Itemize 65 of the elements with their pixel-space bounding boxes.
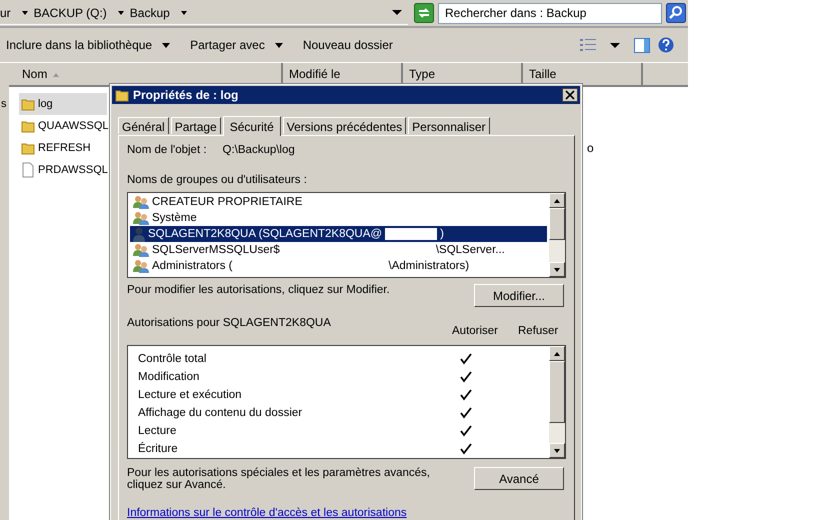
folder-icon bbox=[21, 119, 35, 133]
toolbar-button[interactable]: Nouveau dossier bbox=[296, 38, 399, 52]
file-item[interactable]: REFRESH bbox=[19, 137, 107, 159]
tab[interactable]: Partage bbox=[170, 117, 221, 134]
permissions-label: Autorisations pour SQLAGENT2K8QUA bbox=[127, 317, 332, 329]
users-icon bbox=[133, 243, 149, 257]
scrollbar[interactable] bbox=[549, 193, 565, 277]
users-icon bbox=[133, 211, 149, 225]
preview-pane-icon[interactable] bbox=[634, 38, 650, 52]
tab[interactable]: Général bbox=[118, 117, 169, 134]
field-label: Nom de l'objet : bbox=[127, 144, 207, 158]
column-header: Autoriser bbox=[452, 325, 500, 337]
tab[interactable]: Sécurité bbox=[222, 116, 281, 136]
permission-name: Lecture et exécution bbox=[138, 389, 243, 401]
breadcrumb-item[interactable]: BACKUP (Q:) bbox=[34, 6, 107, 20]
object-path: Q:\Backup\log bbox=[222, 144, 295, 158]
hint-text: Pour les autorisations spéciales et les paramètres avancés, cliquez sur Avancé. bbox=[127, 467, 431, 491]
list-item[interactable]: SQLAGENT2K8QUA (SQLAGENT2K8QUA@ ) bbox=[130, 226, 547, 242]
users-icon bbox=[133, 195, 149, 209]
users-icon bbox=[133, 259, 149, 273]
permission-name: Écriture bbox=[138, 443, 179, 455]
breadcrumb-item[interactable]: Backup bbox=[130, 6, 170, 20]
file-item[interactable]: QUAAWSSQL bbox=[19, 115, 107, 137]
permission-name: Lecture bbox=[138, 425, 178, 437]
caret-icon[interactable] bbox=[162, 42, 170, 48]
caret-icon[interactable] bbox=[392, 10, 402, 15]
file-item[interactable]: log bbox=[19, 93, 107, 115]
list-item[interactable]: Administrators ( \Administrators) bbox=[130, 258, 547, 274]
column-header: Refuser bbox=[518, 325, 560, 337]
breadcrumb-item[interactable]: ur bbox=[0, 6, 11, 20]
close-icon[interactable] bbox=[562, 88, 578, 102]
permission-name: Contrôle total bbox=[138, 353, 208, 365]
caret-icon[interactable] bbox=[180, 10, 187, 14]
table-cell: o bbox=[587, 141, 594, 155]
scrollbar[interactable] bbox=[549, 346, 565, 458]
help-link[interactable]: Informations sur le contrôle d'accès et les autorisations bbox=[127, 507, 407, 519]
document-icon bbox=[21, 162, 35, 178]
list-item[interactable]: Système bbox=[130, 210, 547, 226]
file-item[interactable]: PRDAWSSQL bbox=[19, 159, 107, 181]
list-item[interactable]: CREATEUR PROPRIETAIRE bbox=[130, 194, 547, 210]
navigation-item[interactable]: s bbox=[1, 97, 9, 111]
folder-icon bbox=[21, 97, 35, 111]
toolbar-button[interactable]: Inclure dans la bibliothèque bbox=[0, 38, 176, 52]
folder-icon bbox=[21, 141, 35, 155]
caret-icon[interactable] bbox=[274, 42, 283, 48]
search-field[interactable]: Rechercher dans : Backup bbox=[438, 2, 662, 24]
caret-icon[interactable] bbox=[22, 10, 28, 14]
view-list-icon[interactable] bbox=[580, 39, 596, 51]
tab[interactable]: Personnaliser bbox=[408, 117, 490, 134]
user-icon bbox=[133, 226, 145, 242]
tab[interactable]: Versions précédentes bbox=[282, 117, 406, 134]
permission-name: Modification bbox=[138, 371, 200, 383]
caret-icon[interactable] bbox=[118, 10, 124, 14]
toolbar-button[interactable]: Partager avec bbox=[184, 38, 289, 52]
list-item[interactable]: SQLServerMSSQLUser$ \SQLServer... bbox=[130, 242, 547, 258]
permission-name: Affichage du contenu du dossier bbox=[138, 407, 304, 419]
list-label: Noms de groupes ou d'utilisateurs : bbox=[127, 174, 308, 186]
caret-icon[interactable] bbox=[610, 42, 620, 48]
hint-text: Pour modifier les autorisations, cliquez sur Modifier. bbox=[127, 284, 391, 296]
refresh-icon[interactable] bbox=[414, 3, 434, 23]
advanced-button[interactable]: Avancé bbox=[474, 467, 564, 490]
modify-button[interactable]: Modifier... bbox=[474, 284, 564, 307]
search-icon[interactable] bbox=[666, 3, 686, 23]
window-title: Propriétés de : log bbox=[133, 88, 238, 102]
help-icon[interactable] bbox=[658, 37, 674, 53]
